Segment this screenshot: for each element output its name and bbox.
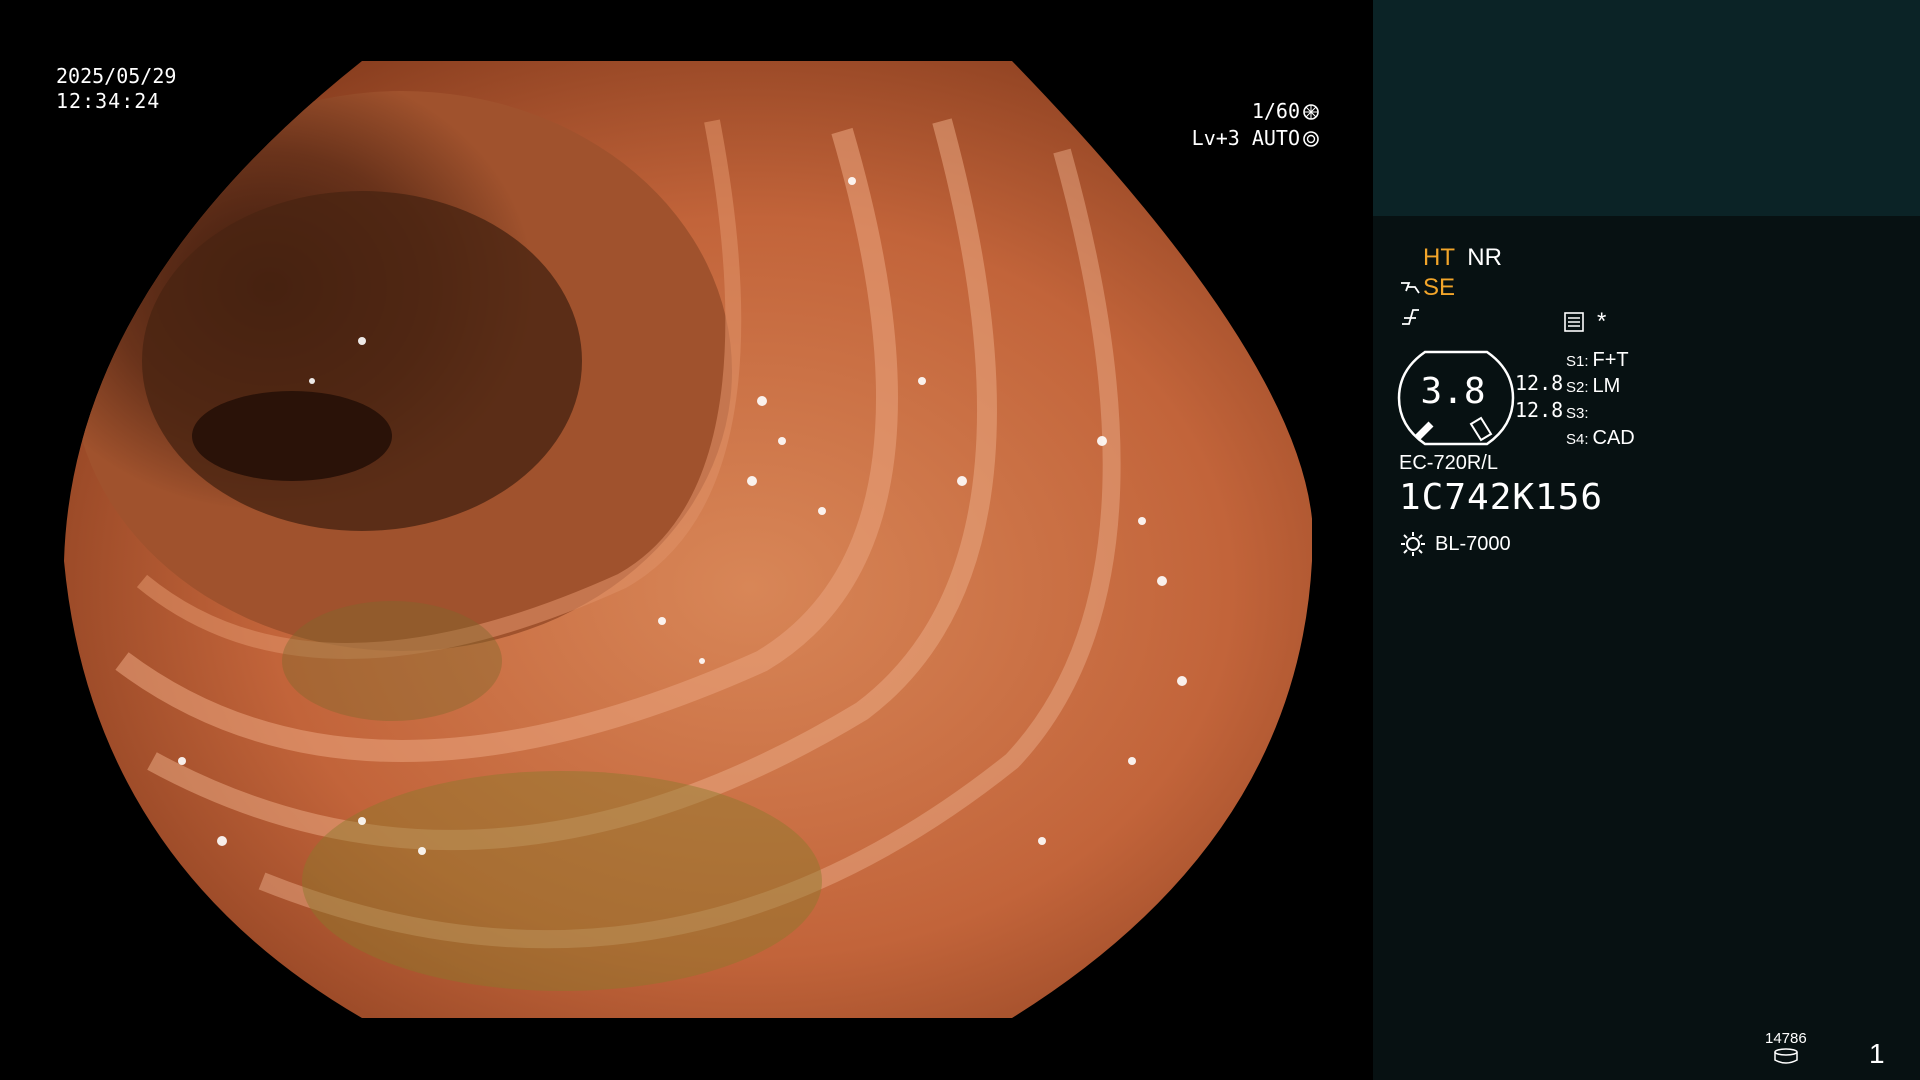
- iris-icon: [1303, 130, 1319, 147]
- side-value-bottom: 12.8: [1515, 398, 1564, 422]
- switch-row: S3:: [1566, 400, 1635, 426]
- switch-key: S2:: [1566, 379, 1589, 396]
- nr-flag: NR: [1467, 244, 1502, 271]
- switch-key: S1:: [1566, 353, 1589, 370]
- enhance-row: [1399, 306, 1421, 335]
- switch-row: S1: F+T: [1566, 348, 1635, 374]
- storage-drum-icon: [1774, 1048, 1798, 1064]
- exposure-info: 1/60 Lv+3 AUTO: [1140, 98, 1320, 152]
- panel-header-area: [1373, 0, 1920, 216]
- enhance-curve-icon: [1402, 309, 1419, 325]
- switch-assignments: S1: F+T S2: LM S3: S4: CAD: [1566, 348, 1635, 452]
- exam-date: 2025/05/29: [56, 64, 177, 88]
- side-values: 12.8 12.8: [1515, 370, 1563, 424]
- scope-model: EC-720R/L: [1399, 452, 1498, 474]
- settings-list-icon: [1564, 312, 1584, 332]
- structure-enhance-icon: [1401, 282, 1420, 294]
- light-source-model: BL-7000: [1435, 533, 1511, 555]
- switch-value: CAD: [1592, 427, 1635, 449]
- endoscopic-image: [64, 61, 1312, 1018]
- side-value-top: 12.8: [1515, 371, 1564, 395]
- shutter-speed: 1/60: [1251, 99, 1300, 123]
- switch-key: S4:: [1566, 431, 1589, 448]
- light-source-icon: [1401, 532, 1425, 556]
- switch-row: S2: LM: [1566, 374, 1635, 400]
- image-counter: 14786: [1765, 1030, 1807, 1047]
- se-row: SE: [1399, 274, 1455, 302]
- iris-mode: AUTO: [1251, 126, 1300, 150]
- gauge-value: 3.8: [1420, 371, 1486, 412]
- shutter-icon: [1303, 103, 1319, 120]
- scope-serial: 1C742K156: [1399, 477, 1604, 518]
- exam-time: 12:34:24: [56, 89, 161, 113]
- se-flag: SE: [1423, 274, 1456, 301]
- light-source-row: BL-7000: [1399, 530, 1511, 558]
- switch-value: LM: [1592, 375, 1621, 397]
- ht-flag: HT: [1423, 244, 1455, 271]
- brightness-level: Lv+3: [1191, 126, 1240, 150]
- switch-key: S3:: [1566, 405, 1589, 422]
- menu-row: *: [1563, 308, 1606, 336]
- processing-flags: HT NR: [1423, 244, 1502, 272]
- asterisk-mark: *: [1597, 308, 1607, 335]
- storage-counter: 14786: [1765, 1030, 1807, 1069]
- page-number: 1: [1869, 1038, 1885, 1069]
- switch-row: S4: CAD: [1566, 426, 1635, 452]
- endoscope-view-area: 2025/05/29 12:34:24 1/60 Lv+3 AUTO: [0, 0, 1372, 1080]
- info-panel: HT NR SE * 3.8 12.8 12.8 S1: F+T S2: LM S3…: [1373, 0, 1920, 1080]
- switch-value: F+T: [1592, 349, 1629, 371]
